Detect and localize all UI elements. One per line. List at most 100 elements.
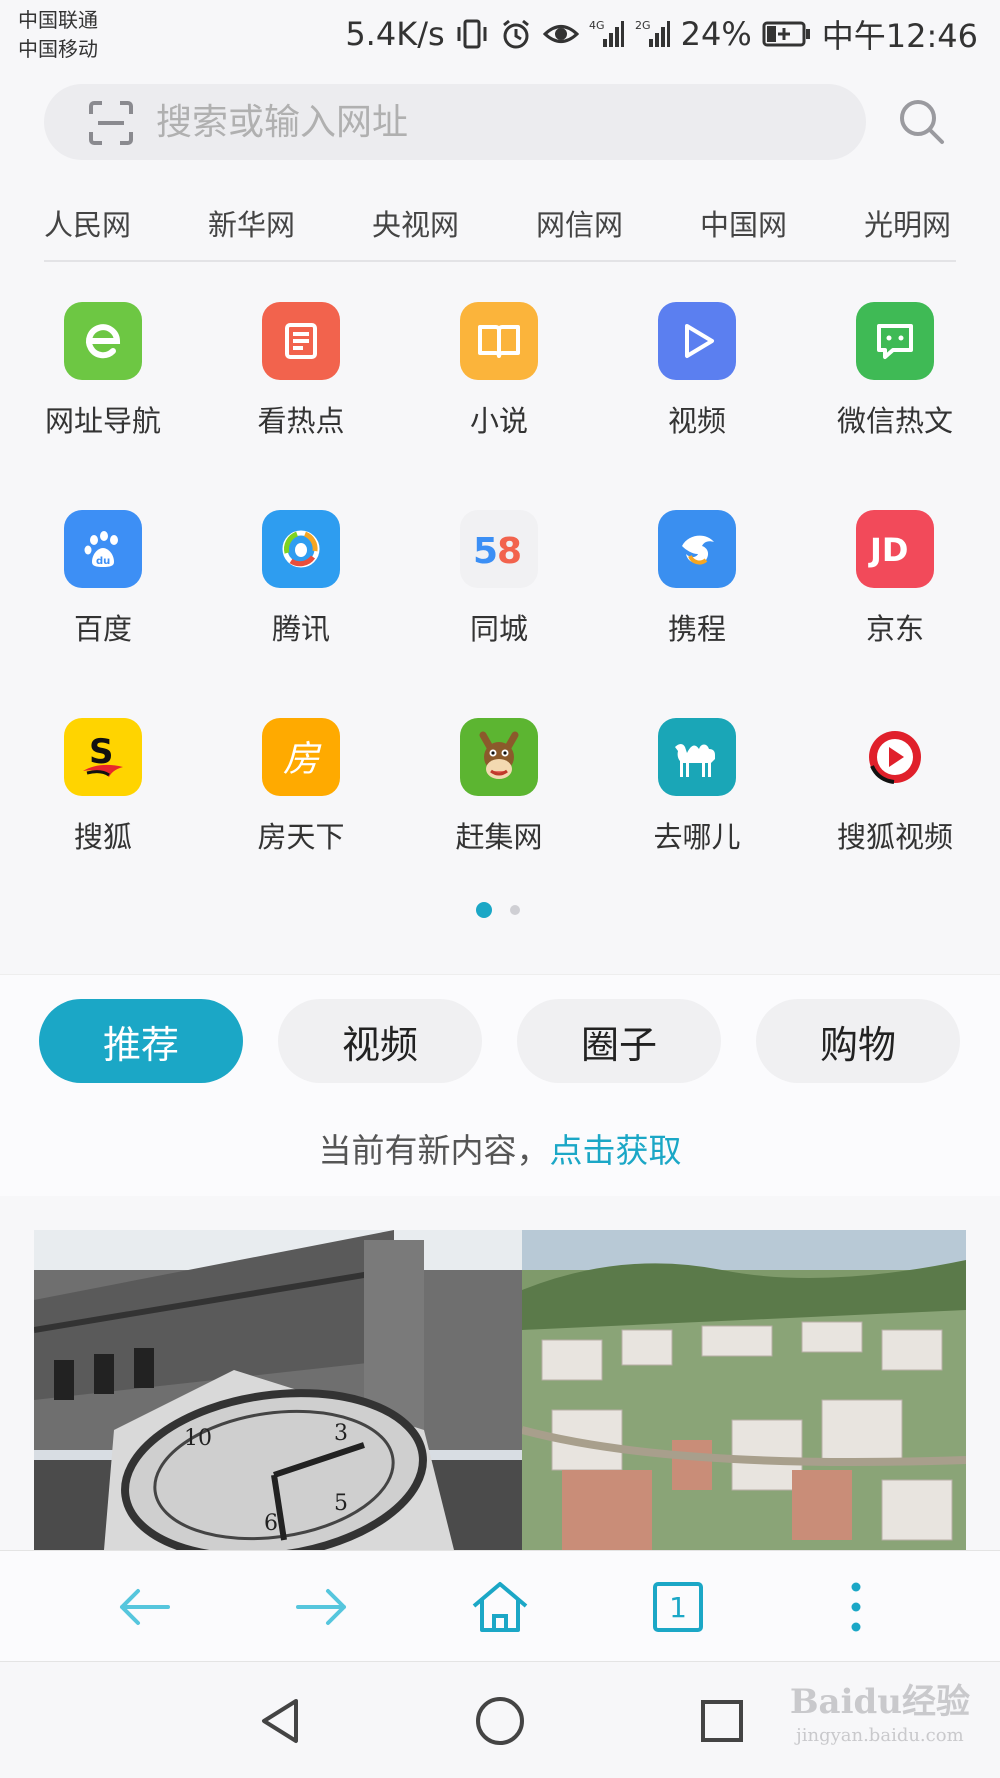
app-jd[interactable]: JD 京东 xyxy=(800,510,990,648)
app-label: 百度 xyxy=(73,612,132,646)
search-icon[interactable] xyxy=(896,96,948,152)
app-fang[interactable]: 房 房天下 xyxy=(206,718,396,856)
signal-2g-icon: 2G xyxy=(635,17,671,51)
town-aerial-photo[interactable] xyxy=(522,1230,966,1550)
baidu-jingyan-watermark: Baidu经验 jingyan.baidu.com xyxy=(790,1685,970,1753)
quick-link-china[interactable]: 中国网 xyxy=(700,202,787,244)
tabs-icon[interactable]: 1 xyxy=(646,1575,710,1639)
carrier-2: 中国移动 xyxy=(18,37,98,61)
app-label: 视频 xyxy=(667,404,726,438)
earthquake-clock-photo[interactable]: 10 3 5 6 xyxy=(34,1230,522,1550)
eye-icon xyxy=(542,17,579,51)
net-speed: 5.4K/s xyxy=(345,15,445,53)
tab-count: 1 xyxy=(669,1590,687,1624)
app-label: 京东 xyxy=(865,612,924,646)
app-grid: 网址导航 看热点 小说 视频 微信热文 du 百度 腾讯 5 8 同城 携程 J… xyxy=(0,262,1000,952)
status-indicators: 5.4K/s 4G 2G 24% 中午12:46 xyxy=(345,12,978,56)
new-content-notice: 当前有新内容，点击获取 xyxy=(0,1106,1000,1196)
system-navigation-bar: Baidu经验 jingyan.baidu.com xyxy=(0,1663,1000,1778)
app-sohu[interactable]: S 搜狐 xyxy=(8,718,198,856)
feed-image-row[interactable]: 10 3 5 6 xyxy=(34,1230,966,1550)
refresh-link[interactable]: 点击获取 xyxy=(550,1131,682,1170)
svg-text:JD: JD xyxy=(868,531,908,569)
carrier-info: 中国联通 中国移动 xyxy=(18,6,98,64)
quick-link-wangxin[interactable]: 网信网 xyxy=(536,202,623,244)
app-label: 小说 xyxy=(469,404,528,438)
page-dot xyxy=(510,905,520,915)
hot-news-icon xyxy=(262,302,340,380)
app-novel[interactable]: 小说 xyxy=(404,302,594,440)
tab-recommend[interactable]: 推荐 xyxy=(39,999,243,1083)
app-label: 网址导航 xyxy=(44,404,161,438)
jd-icon: JD xyxy=(856,510,934,588)
app-qunar[interactable]: 去哪儿 xyxy=(602,718,792,856)
scan-icon[interactable] xyxy=(88,100,134,150)
app-hot-news[interactable]: 看热点 xyxy=(206,302,396,440)
qunar-camel-icon xyxy=(658,718,736,796)
app-url-nav[interactable]: 网址导航 xyxy=(8,302,198,440)
app-label: 搜狐视频 xyxy=(836,820,953,854)
novel-book-icon xyxy=(460,302,538,380)
tab-shopping[interactable]: 购物 xyxy=(756,999,960,1083)
watermark-brand: Baidu经验 xyxy=(789,1682,970,1722)
back-arrow-icon[interactable] xyxy=(112,1575,176,1639)
58-tongcheng-icon: 58 xyxy=(460,510,538,588)
video-play-icon xyxy=(658,302,736,380)
battery-percent: 24% xyxy=(680,15,752,53)
app-wechat-article[interactable]: 微信热文 xyxy=(800,302,990,440)
app-label: 去哪儿 xyxy=(653,820,741,854)
quick-link-xinhua[interactable]: 新华网 xyxy=(208,202,295,244)
search-input[interactable] xyxy=(156,84,836,160)
quick-link-renmin[interactable]: 人民网 xyxy=(44,202,131,244)
page-dot-active xyxy=(476,902,492,918)
search-bar[interactable] xyxy=(44,84,866,160)
tab-video[interactable]: 视频 xyxy=(278,999,482,1083)
sohu-fox-icon: S xyxy=(64,718,142,796)
svg-text:du: du xyxy=(96,556,110,567)
forward-arrow-icon[interactable] xyxy=(290,1575,354,1639)
sohu-video-icon xyxy=(856,718,934,796)
app-label: 携程 xyxy=(667,612,726,646)
browser-toolbar: 1 xyxy=(0,1550,1000,1662)
quick-links-bar: 人民网 新华网 央视网 网信网 中国网 光明网 xyxy=(0,176,1000,262)
app-label: 腾讯 xyxy=(271,612,330,646)
more-menu-icon[interactable] xyxy=(824,1575,888,1639)
app-label: 看热点 xyxy=(257,404,345,438)
nav-recents-icon[interactable] xyxy=(694,1693,750,1749)
tencent-icon xyxy=(262,510,340,588)
watermark-url: jingyan.baidu.com xyxy=(796,1725,964,1746)
app-sohu-video[interactable]: 搜狐视频 xyxy=(800,718,990,856)
baidu-paw-icon: du xyxy=(64,510,142,588)
ctrip-dolphin-icon xyxy=(658,510,736,588)
app-ctrip[interactable]: 携程 xyxy=(602,510,792,648)
svg-text:8: 8 xyxy=(497,531,522,571)
app-label: 微信热文 xyxy=(836,404,953,438)
app-baidu[interactable]: du 百度 xyxy=(8,510,198,648)
app-label: 同城 xyxy=(469,612,528,646)
app-ganji[interactable]: 赶集网 xyxy=(404,718,594,856)
svg-text:5: 5 xyxy=(334,1491,348,1516)
quick-link-cctv[interactable]: 央视网 xyxy=(372,202,459,244)
ganji-donkey-icon xyxy=(460,718,538,796)
app-label: 房天下 xyxy=(257,820,345,854)
category-tabs: 推荐 视频 圈子 购物 xyxy=(0,974,1000,1106)
app-label: 搜狐 xyxy=(73,820,132,854)
nav-home-icon[interactable] xyxy=(472,1693,528,1749)
vibrate-icon xyxy=(455,17,489,51)
url-nav-icon xyxy=(64,302,142,380)
app-video[interactable]: 视频 xyxy=(602,302,792,440)
home-icon[interactable] xyxy=(468,1575,532,1639)
clock: 中午12:46 xyxy=(821,17,978,55)
tab-circle[interactable]: 圈子 xyxy=(517,999,721,1083)
app-tencent[interactable]: 腾讯 xyxy=(206,510,396,648)
status-bar: 中国联通 中国移动 5.4K/s 4G 2G 24% 中午12:46 xyxy=(0,0,1000,72)
carrier-1: 中国联通 xyxy=(18,8,98,32)
notice-text: 当前有新内容， xyxy=(318,1131,550,1170)
nav-back-icon[interactable] xyxy=(252,1693,308,1749)
page-indicator xyxy=(0,902,1000,922)
svg-text:房: 房 xyxy=(283,739,322,780)
alarm-icon xyxy=(499,17,533,51)
app-58-tongcheng[interactable]: 58 同城 xyxy=(404,510,594,648)
quick-link-guangming[interactable]: 光明网 xyxy=(864,202,951,244)
svg-text:4G: 4G xyxy=(589,19,605,32)
